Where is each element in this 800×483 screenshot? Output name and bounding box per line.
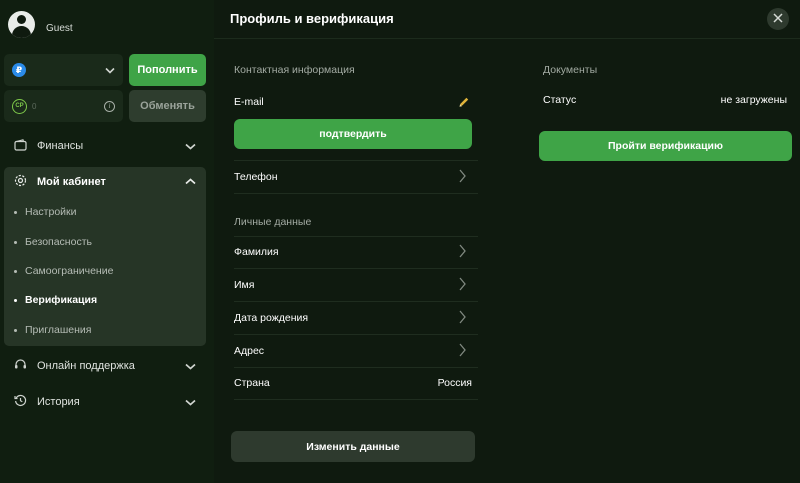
sidebar-subitem-invitations[interactable]: Приглашения [14, 320, 91, 340]
sidebar-subitem-security[interactable]: Безопасность [14, 232, 92, 252]
close-icon [773, 10, 783, 28]
start-verification-button[interactable]: Пройти верификацию [539, 131, 792, 161]
headset-icon [14, 358, 27, 374]
sidebar-item-label: Онлайн поддержка [37, 360, 135, 372]
country-value: Россия [437, 377, 472, 389]
chevron-right-icon[interactable] [459, 343, 466, 362]
divider [234, 399, 478, 400]
ruble-icon: ₽ [12, 63, 26, 77]
sidebar-subitem-settings[interactable]: Настройки [14, 202, 77, 222]
divider [234, 334, 478, 335]
sidebar-item-support[interactable]: Онлайн поддержка [4, 352, 206, 380]
status-label: Статус [543, 94, 577, 106]
currency-selector[interactable]: ₽ [4, 54, 123, 86]
email-label: E-mail [234, 96, 264, 108]
edit-data-button[interactable]: Изменить данные [231, 431, 475, 462]
pencil-icon[interactable] [458, 95, 470, 113]
cp-points-icon: CP [12, 98, 27, 114]
sidebar: Guest ₽ Пополнить CP 0 i Обменять Финанс… [0, 0, 214, 483]
divider [234, 160, 478, 161]
chevron-right-icon[interactable] [459, 310, 466, 329]
header-divider [214, 38, 800, 39]
exchange-button[interactable]: Обменять [129, 90, 206, 122]
phone-label[interactable]: Телефон [234, 171, 278, 183]
chevron-down-icon [185, 399, 196, 406]
birthdate-label[interactable]: Дата рождения [234, 312, 308, 324]
documents-section-title: Документы [543, 64, 598, 76]
contact-section-title: Контактная информация [234, 64, 355, 76]
sidebar-item-history[interactable]: История [4, 388, 206, 416]
info-icon[interactable]: i [104, 100, 115, 112]
name-label[interactable]: Имя [234, 279, 254, 291]
status-value: не загружены [720, 94, 787, 106]
chevron-right-icon[interactable] [459, 277, 466, 296]
surname-label[interactable]: Фамилия [234, 246, 279, 258]
sidebar-subitem-verification[interactable]: Верификация [14, 290, 97, 310]
profile-panel: Профиль и верификация Контактная информа… [214, 0, 800, 483]
user-profile[interactable]: Guest [8, 10, 73, 38]
confirm-email-button[interactable]: подтвердить [234, 119, 472, 149]
user-name: Guest [46, 22, 73, 34]
sidebar-item-finances[interactable]: Финансы [4, 132, 206, 160]
divider [234, 236, 478, 237]
sidebar-item-cabinet[interactable]: Мой кабинет [4, 167, 206, 196]
divider [234, 367, 478, 368]
divider [234, 301, 478, 302]
chevron-down-icon [105, 67, 115, 74]
chevron-right-icon[interactable] [459, 169, 466, 188]
gear-icon [14, 174, 27, 190]
deposit-button[interactable]: Пополнить [129, 54, 206, 86]
history-icon [14, 394, 27, 410]
points-balance: CP 0 i [4, 90, 123, 122]
sidebar-item-label: Мой кабинет [37, 175, 106, 188]
divider [234, 268, 478, 269]
cabinet-panel: Мой кабинет Настройки Безопасность Самоо… [4, 167, 206, 346]
sidebar-item-label: Финансы [37, 140, 84, 152]
chevron-down-icon [185, 363, 196, 370]
page-title: Профиль и верификация [230, 11, 394, 26]
chevron-down-icon [185, 143, 196, 150]
chevron-up-icon [185, 178, 196, 185]
sidebar-item-label: История [37, 396, 80, 408]
chevron-right-icon[interactable] [459, 244, 466, 263]
close-button[interactable] [767, 8, 789, 30]
personal-section-title: Личные данные [234, 216, 312, 228]
address-label[interactable]: Адрес [234, 345, 264, 357]
sidebar-subitem-self-limit[interactable]: Самоограничение [14, 261, 113, 281]
country-label: Страна [234, 377, 270, 389]
wallet-icon [14, 138, 27, 154]
avatar-icon[interactable] [8, 10, 35, 38]
divider [234, 193, 478, 194]
points-value: 0 [32, 101, 37, 111]
